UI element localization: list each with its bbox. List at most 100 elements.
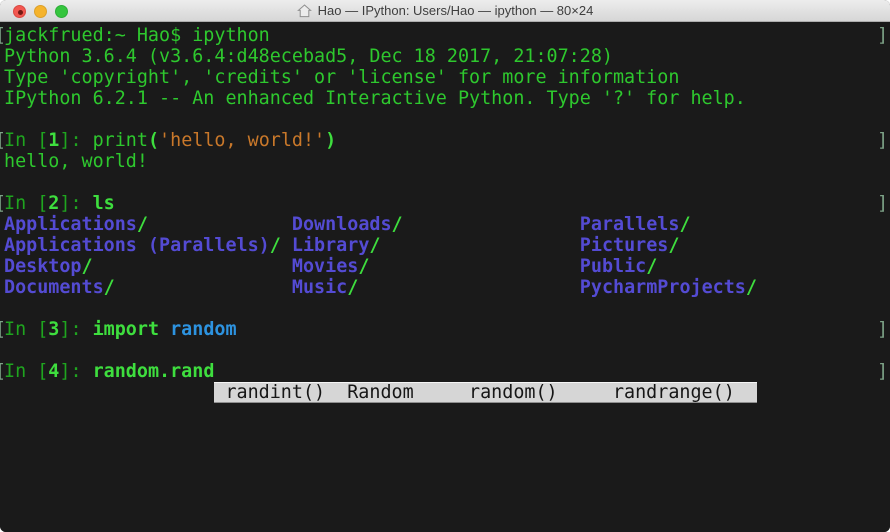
text-run: ]: <box>59 193 92 214</box>
terminal-line <box>0 445 890 466</box>
title-bar[interactable]: Hao — IPython: Users/Hao — ipython — 80×… <box>0 0 890 22</box>
terminal-line <box>0 172 890 193</box>
text-run: 1 <box>48 130 59 151</box>
text-run: random.rand <box>93 361 215 382</box>
text-run: In [ <box>4 130 48 151</box>
text-run <box>380 235 579 256</box>
text-run: ) <box>325 130 336 151</box>
terminal-line: Applications (Parallels)/ Library/ Pictu… <box>0 235 890 256</box>
terminal-line <box>0 109 890 130</box>
text-run: Public <box>580 256 646 277</box>
text-run: ls <box>93 193 115 214</box>
terminal-line <box>0 298 890 319</box>
text-run <box>159 319 170 340</box>
terminal-line <box>0 340 890 361</box>
terminal-line: In [1]: print('hello, world!') [] <box>0 130 890 151</box>
text-run: hello, world! <box>4 151 148 172</box>
text-run <box>358 277 579 298</box>
close-button[interactable] <box>13 5 26 18</box>
text-run: ]: <box>59 361 92 382</box>
text-run: Applications (Parallels) <box>4 235 270 256</box>
text-run <box>115 277 292 298</box>
terminal-line <box>0 508 890 529</box>
text-run: Movies <box>292 256 358 277</box>
text-run: Python 3.6.4 (v3.6.4:d48ecebad5, Dec 18 … <box>4 46 613 67</box>
text-run: PycharmProjects <box>580 277 746 298</box>
terminal-line: Applications/ Downloads/ Parallels/ <box>0 214 890 235</box>
terminal-screen[interactable]: jackfrued:~ Hao$ ipython[]Python 3.6.4 (… <box>0 22 890 532</box>
text-run: Parallels <box>580 214 680 235</box>
text-run: ]: <box>59 319 92 340</box>
prompt-mark-right: ] <box>877 193 888 214</box>
terminal-window: Hao — IPython: Users/Hao — ipython — 80×… <box>0 0 890 532</box>
text-run: 3 <box>48 319 59 340</box>
text-run: In [ <box>4 193 48 214</box>
text-run <box>403 214 580 235</box>
terminal-line: jackfrued:~ Hao$ ipython[] <box>0 25 890 46</box>
window-controls <box>0 0 68 22</box>
text-run: / <box>104 277 115 298</box>
prompt-mark-right: ] <box>877 25 888 46</box>
text-run: Type 'copyright', 'credits' or 'license'… <box>4 67 679 88</box>
text-run: import <box>93 319 159 340</box>
text-run: 2 <box>48 193 59 214</box>
prompt-mark-left: [ <box>0 319 6 340</box>
text-run: Applications <box>4 214 137 235</box>
terminal-line <box>0 487 890 508</box>
text-run: IPython 6.2.1 -- An enhanced Interactive… <box>4 88 746 109</box>
terminal-line: In [4]: random.rand [] <box>0 361 890 382</box>
text-run: / <box>137 214 148 235</box>
text-run: / <box>668 235 679 256</box>
terminal-line: Documents/ Music/ PycharmProjects/ <box>0 277 890 298</box>
terminal-line: Python 3.6.4 (v3.6.4:d48ecebad5, Dec 18 … <box>0 46 890 67</box>
prompt-mark-left: [ <box>0 25 6 46</box>
text-run: Library <box>292 235 370 256</box>
prompt-mark-left: [ <box>0 130 6 151</box>
home-proxy-icon <box>297 4 312 18</box>
prompt-mark-right: ] <box>877 319 888 340</box>
terminal-line <box>0 424 890 445</box>
text-run: / <box>347 277 358 298</box>
text-run <box>369 256 579 277</box>
text-run: / <box>369 235 380 256</box>
window-title: Hao — IPython: Users/Hao — ipython — 80×… <box>318 3 594 18</box>
terminal-line <box>0 403 890 424</box>
text-run: Downloads <box>292 214 392 235</box>
terminal-line: Desktop/ Movies/ Public/ <box>0 256 890 277</box>
text-run: / <box>746 277 757 298</box>
terminal-line: hello, world! <box>0 151 890 172</box>
text-run: Music <box>292 277 347 298</box>
text-run <box>281 235 292 256</box>
title-group: Hao — IPython: Users/Hao — ipython — 80×… <box>297 3 594 18</box>
text-run: Documents <box>4 277 104 298</box>
text-run: 4 <box>48 361 59 382</box>
text-run: In [ <box>4 361 48 382</box>
prompt-mark-right: ] <box>877 361 888 382</box>
text-run: / <box>358 256 369 277</box>
zoom-button[interactable] <box>55 5 68 18</box>
text-run: 'hello, world!' <box>159 130 325 151</box>
text-run: print <box>93 130 148 151</box>
text-run: Pictures <box>580 235 669 256</box>
text-run <box>4 382 214 403</box>
text-run: ]: <box>59 130 92 151</box>
text-run: jackfrued:~ Hao$ ipython <box>4 25 270 46</box>
terminal-line: Type 'copyright', 'credits' or 'license'… <box>0 67 890 88</box>
text-run: / <box>392 214 403 235</box>
text-run: ( <box>148 130 159 151</box>
terminal-line <box>0 466 890 487</box>
text-run: / <box>646 256 657 277</box>
text-run <box>93 256 292 277</box>
terminal-line: In [3]: import random [] <box>0 319 890 340</box>
text-run: In [ <box>4 319 48 340</box>
text-run: / <box>82 256 93 277</box>
minimize-button[interactable] <box>34 5 47 18</box>
prompt-mark-left: [ <box>0 361 6 382</box>
text-run: Desktop <box>4 256 82 277</box>
text-run: / <box>679 214 690 235</box>
text-run <box>148 214 292 235</box>
autocomplete-menu[interactable]: randint() Random random() randrange() <box>214 382 757 403</box>
text-run: random <box>170 319 236 340</box>
terminal-line: IPython 6.2.1 -- An enhanced Interactive… <box>0 88 890 109</box>
prompt-mark-right: ] <box>877 130 888 151</box>
